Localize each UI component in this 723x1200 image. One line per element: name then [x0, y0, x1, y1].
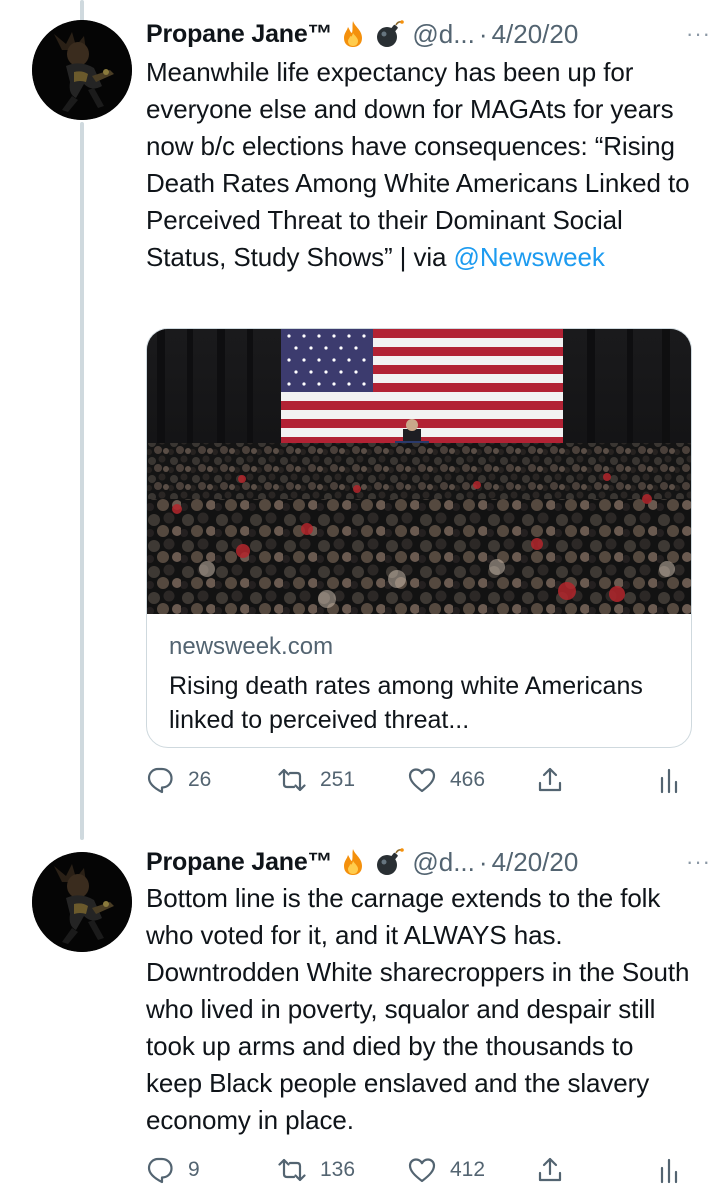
analytics-button[interactable]: [655, 1156, 683, 1184]
author-name[interactable]: Propane Jane™: [146, 848, 333, 877]
more-options-icon[interactable]: ···: [686, 849, 711, 875]
share-icon: [538, 1157, 562, 1182]
retweet-count: 251: [320, 768, 356, 791]
retweet-button[interactable]: 251: [278, 766, 408, 794]
reply-count: 26: [188, 768, 212, 791]
card-image: [147, 329, 691, 614]
more-options-icon[interactable]: ···: [686, 21, 711, 47]
tweet-header: Propane Jane™ @d... · 4/20/20 ···: [146, 14, 711, 54]
analytics-button[interactable]: [655, 766, 683, 794]
separator-dot: ·: [478, 18, 488, 49]
retweet-icon: [278, 768, 306, 792]
bomb-icon: [374, 19, 405, 49]
avatar[interactable]: [32, 852, 132, 952]
reply-icon: [147, 1157, 173, 1184]
tweet-actions: 9 136 412: [146, 1152, 683, 1188]
avatar[interactable]: [32, 20, 132, 120]
retweet-count: 136: [320, 1158, 356, 1181]
like-button[interactable]: 412: [408, 1156, 536, 1184]
retweet-icon: [278, 1158, 306, 1182]
reply-button[interactable]: 9: [146, 1156, 278, 1184]
fire-icon: [338, 847, 368, 877]
like-count: 412: [450, 1158, 486, 1181]
like-button[interactable]: 466: [408, 766, 536, 794]
author-name[interactable]: Propane Jane™: [146, 20, 333, 49]
share-button[interactable]: [536, 1156, 646, 1184]
reply-button[interactable]: 26: [146, 766, 278, 794]
tweet-date[interactable]: 4/20/20: [492, 847, 579, 878]
share-button[interactable]: [536, 766, 646, 794]
like-count: 466: [450, 768, 486, 791]
author-handle[interactable]: @d...: [412, 19, 475, 50]
retweet-button[interactable]: 136: [278, 1156, 408, 1184]
tweet[interactable]: Propane Jane™ @d... · 4/20/20 ··· Meanwh…: [0, 0, 723, 830]
tweet[interactable]: Propane Jane™ @d... · 4/20/20 ··· Bottom…: [0, 830, 723, 1200]
bomb-icon: [374, 847, 405, 877]
tweet-text-body: Meanwhile life expectancy has been up fo…: [146, 57, 690, 272]
card-domain: newsweek.com: [169, 633, 334, 660]
reply-icon: [147, 767, 173, 794]
analytics-icon: [660, 768, 678, 794]
tweet-text: Meanwhile life expectancy has been up fo…: [146, 54, 695, 276]
fire-icon: [338, 19, 368, 49]
heart-icon: [408, 1158, 436, 1183]
separator-dot: ·: [478, 846, 488, 877]
tweet-text: Bottom line is the carnage extends to th…: [146, 883, 690, 1135]
reply-count: 9: [188, 1158, 200, 1181]
link-card[interactable]: newsweek.com Rising death rates among wh…: [146, 328, 692, 748]
tweet-date[interactable]: 4/20/20: [492, 19, 579, 50]
card-title: Rising death rates among white Americans…: [169, 672, 643, 734]
tweet-header: Propane Jane™ @d... · 4/20/20 ···: [146, 842, 711, 882]
mention-link[interactable]: @Newsweek: [454, 242, 605, 272]
tweet-actions: 26 251 466: [146, 762, 683, 798]
analytics-icon: [660, 1158, 678, 1184]
share-icon: [538, 767, 562, 792]
heart-icon: [408, 768, 436, 793]
author-handle[interactable]: @d...: [412, 847, 475, 878]
